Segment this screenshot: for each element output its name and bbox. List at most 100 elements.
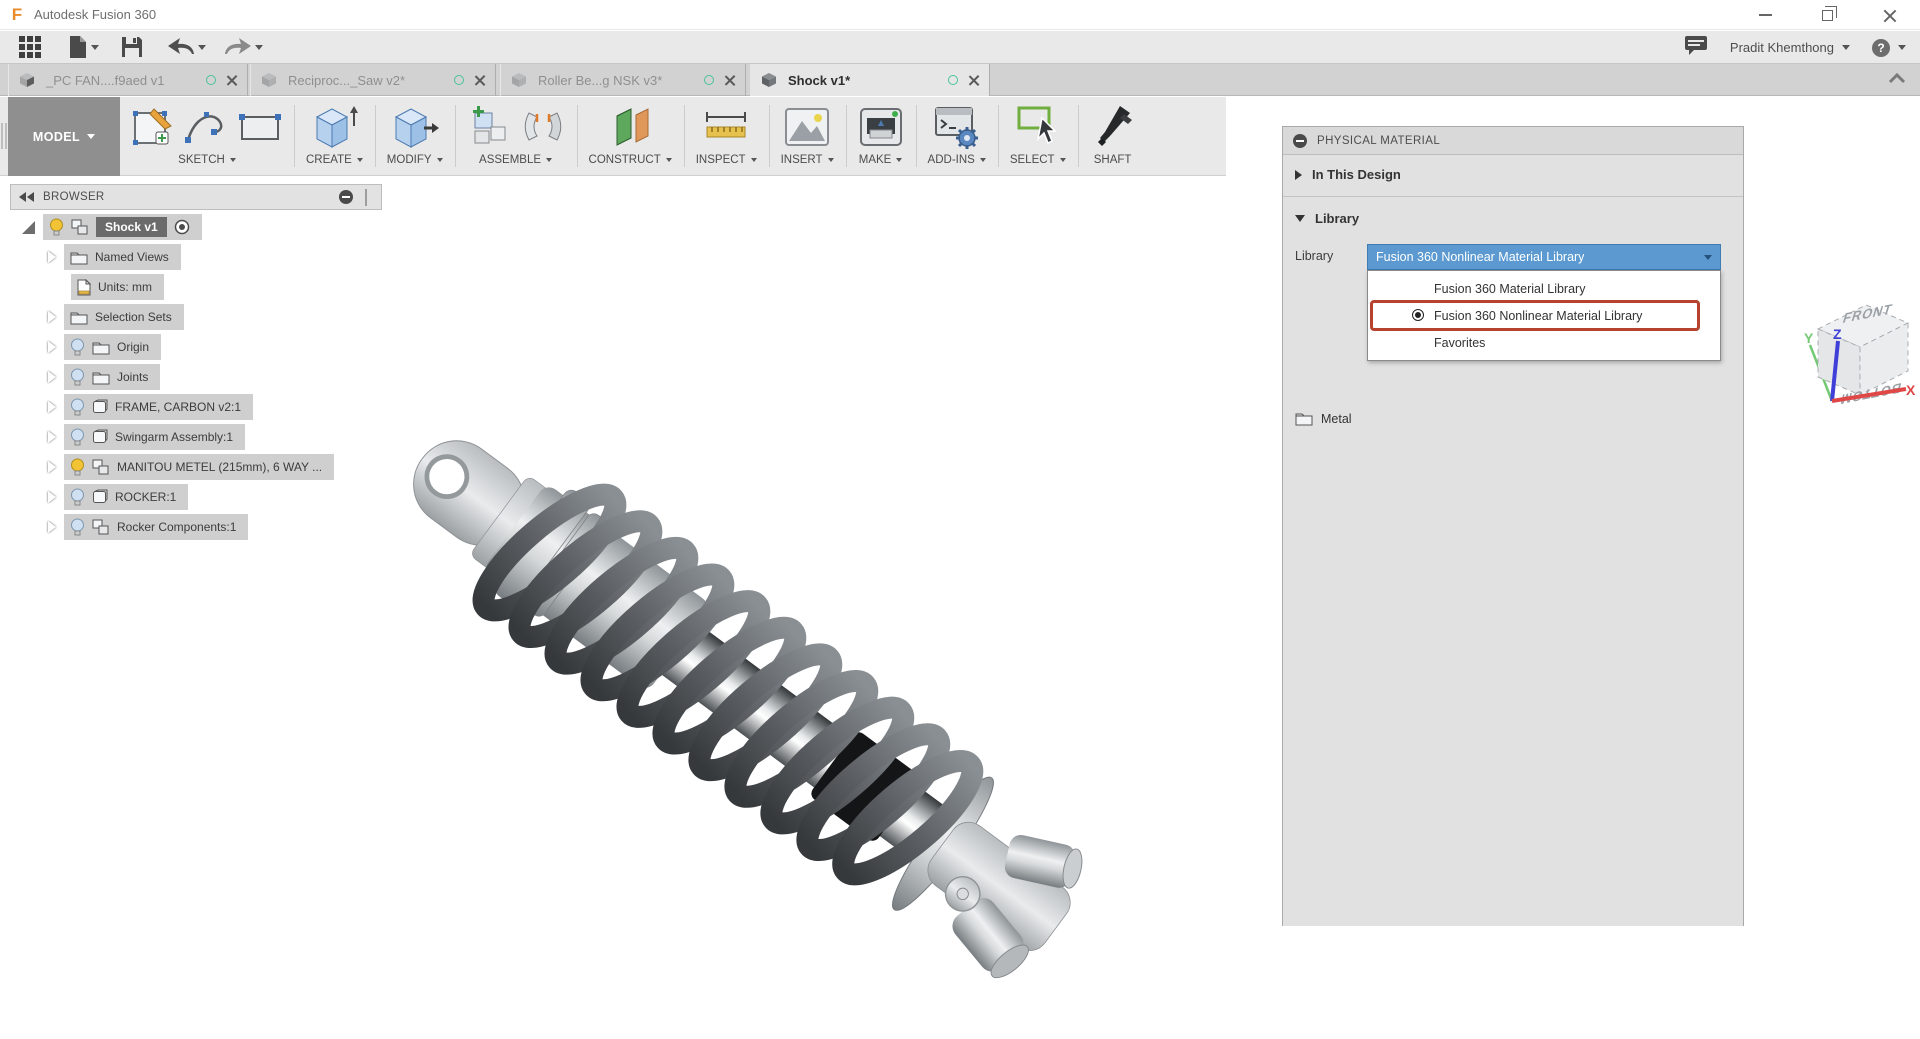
tree-row[interactable]: Joints [48,364,160,390]
tree-item-label[interactable]: Units: mm [98,280,152,294]
ribbon-group-label[interactable]: ASSEMBLE [479,154,541,166]
tree-row[interactable]: Origin [48,334,161,360]
collapsed-arrow-icon[interactable] [48,521,56,533]
bulb-off-icon[interactable] [70,518,85,537]
help-menu[interactable]: ? [1872,39,1906,57]
tree-item-label[interactable]: Selection Sets [95,310,172,324]
collapsed-arrow-icon[interactable] [48,431,56,443]
collapsed-arrow-icon[interactable] [48,311,56,323]
ribbon-group-label[interactable]: INSERT [781,154,823,166]
spline-icon[interactable] [184,108,228,146]
redo-button[interactable] [224,36,263,58]
tree-row[interactable]: MANITOU METEL (215mm), 6 WAY ... [48,454,334,480]
joint-icon[interactable] [521,105,565,149]
library-option[interactable]: Fusion 360 Material Library [1368,275,1720,302]
tree-item-label[interactable]: Swingarm Assembly:1 [115,430,233,444]
physical-material-header[interactable]: PHYSICAL MATERIAL [1283,127,1743,155]
tab-close-icon[interactable] [226,75,237,86]
insert-image-icon[interactable] [784,107,830,147]
create-sketch-icon[interactable] [132,106,174,148]
library-section[interactable]: Library [1283,199,1743,238]
activate-component-icon[interactable] [174,219,190,235]
tree-item-label[interactable]: Named Views [95,250,169,264]
measure-icon[interactable] [702,107,750,147]
window-restore-button[interactable] [1796,0,1858,30]
select-icon[interactable] [1014,104,1062,150]
new-component-icon[interactable] [467,105,511,149]
chevron-up-icon[interactable] [1888,72,1906,84]
tree-item-label[interactable]: MANITOU METEL (215mm), 6 WAY ... [117,460,322,474]
collapsed-arrow-icon[interactable] [48,251,56,263]
collapsed-arrow-icon[interactable] [48,341,56,353]
ribbon-group-label[interactable]: SKETCH [178,154,225,166]
library-option-selected[interactable]: Fusion 360 Nonlinear Material Library [1368,302,1720,329]
construction-plane-icon[interactable] [607,104,653,150]
collapse-left-icon[interactable] [19,192,35,202]
rectangle-icon[interactable] [238,110,282,144]
collapsed-arrow-icon[interactable] [48,401,56,413]
ribbon-group-label[interactable]: MODIFY [387,154,432,166]
bulb-off-icon[interactable] [70,428,85,447]
library-dropdown[interactable]: Fusion 360 Nonlinear Material Library [1367,244,1721,270]
ribbon-grip-handle[interactable] [0,97,8,175]
tree-row[interactable]: FRAME, CARBON v2:1 [48,394,253,420]
ribbon-group-label[interactable]: MAKE [859,154,892,166]
expanded-arrow-icon[interactable] [22,221,35,234]
library-option[interactable]: Favorites [1368,329,1720,356]
collapsed-arrow-icon[interactable] [48,491,56,503]
user-account-menu[interactable]: Pradit Khemthong [1730,40,1850,55]
tab-roller-bearing[interactable]: Roller Be...g NSK v3* [500,64,746,96]
tree-row[interactable]: ROCKER:1 [48,484,188,510]
tree-item-label[interactable]: Origin [117,340,149,354]
shock-absorber-model[interactable] [392,439,1182,1039]
bulb-on-icon[interactable] [70,458,85,477]
browser-resize-handle[interactable] [365,189,367,206]
tab-close-icon[interactable] [724,75,735,86]
3d-print-icon[interactable] [858,106,904,148]
tab-pc-fan[interactable]: _PC FAN....f9aed v1 [8,64,248,96]
tree-row[interactable]: Named Views [48,244,181,270]
collapsed-arrow-icon[interactable] [48,461,56,473]
tree-item-label[interactable]: ROCKER:1 [115,490,176,504]
undo-button[interactable] [167,36,206,58]
tab-close-icon[interactable] [474,75,485,86]
file-menu-button[interactable] [68,35,99,59]
tree-item-label[interactable]: Rocker Components:1 [117,520,236,534]
ribbon-group-label[interactable]: SHAFT [1094,154,1132,166]
app-grid-button[interactable] [18,35,42,59]
tree-row[interactable]: Units: mm [71,274,164,300]
tree-item-label[interactable]: FRAME, CARBON v2:1 [115,400,241,414]
tab-shock-active[interactable]: Shock v1* [750,64,990,96]
ribbon-group-label[interactable]: CREATE [306,154,352,166]
scripts-addins-icon[interactable] [934,105,980,149]
tree-row-root[interactable]: Shock v1 [22,214,202,240]
workspace-selector[interactable]: MODEL [8,97,120,176]
tree-row[interactable]: Rocker Components:1 [48,514,248,540]
tree-item-label[interactable]: Joints [117,370,148,384]
bulb-off-icon[interactable] [70,338,85,357]
tree-item-label[interactable]: Shock v1 [96,217,167,237]
tree-row[interactable]: Selection Sets [48,304,184,330]
window-minimize-button[interactable] [1734,0,1796,30]
bulb-on-icon[interactable] [49,218,64,237]
collapsed-arrow-icon[interactable] [48,371,56,383]
tree-row[interactable]: Swingarm Assembly:1 [48,424,245,450]
ribbon-group-label[interactable]: ADD-INS [928,154,975,166]
press-pull-icon[interactable] [390,104,440,150]
panel-minimize-icon[interactable] [1293,134,1307,148]
bulb-off-icon[interactable] [70,488,85,507]
browser-panel-header[interactable]: BROWSER [10,184,382,210]
shaft-tool-icon[interactable] [1090,104,1136,150]
tab-close-icon[interactable] [968,75,979,86]
extrude-box-icon[interactable] [309,104,359,150]
save-button[interactable] [121,36,143,58]
ribbon-group-label[interactable]: SELECT [1010,154,1055,166]
in-this-design-section[interactable]: In This Design [1283,155,1743,194]
ribbon-group-label[interactable]: INSPECT [696,154,746,166]
comments-button[interactable] [1684,35,1708,60]
window-close-button[interactable] [1858,0,1920,30]
browser-minimize-icon[interactable] [339,190,353,204]
ribbon-group-label[interactable]: CONSTRUCT [589,154,661,166]
view-cube[interactable]: FRONT BOTTOM Y Z X [1790,283,1916,419]
tab-reciproc-saw[interactable]: Reciproc..._Saw v2* [250,64,496,96]
